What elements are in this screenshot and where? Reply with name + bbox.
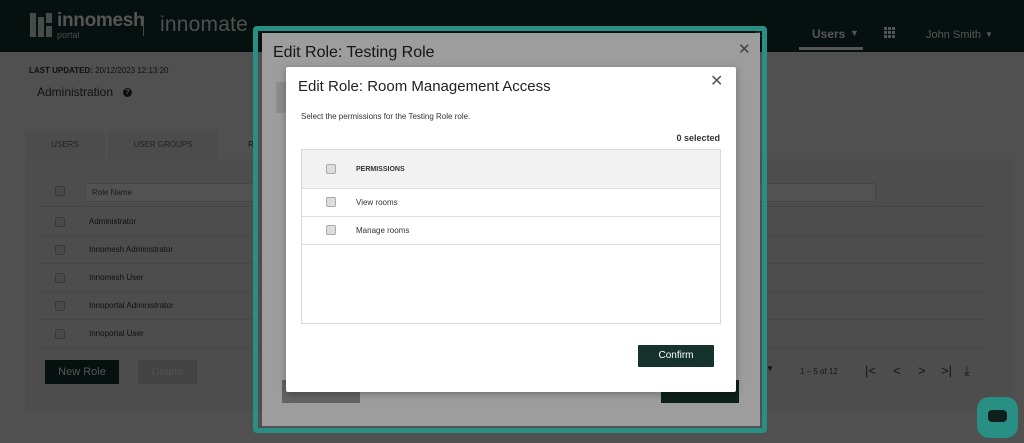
select-all-permissions-checkbox[interactable] bbox=[326, 164, 336, 174]
selected-count: 0 selected bbox=[676, 133, 720, 143]
permissions-table: PERMISSIONS View rooms Manage rooms bbox=[301, 149, 721, 324]
dialog-title: Edit Role: Room Management Access bbox=[298, 78, 551, 95]
permission-checkbox[interactable] bbox=[326, 225, 336, 235]
permissions-dialog: Edit Role: Room Management Access ✕ Sele… bbox=[286, 67, 736, 392]
permissions-table-header: PERMISSIONS bbox=[302, 150, 720, 189]
permission-row[interactable]: Manage rooms bbox=[302, 217, 720, 245]
confirm-button[interactable]: Confirm bbox=[638, 345, 714, 367]
permission-row[interactable]: View rooms bbox=[302, 189, 720, 217]
permission-checkbox[interactable] bbox=[326, 197, 336, 207]
permission-label: View rooms bbox=[356, 198, 398, 207]
column-header: PERMISSIONS bbox=[356, 166, 405, 173]
dialog-description: Select the permissions for the Testing R… bbox=[301, 112, 471, 121]
close-icon[interactable]: ✕ bbox=[710, 71, 723, 91]
permission-label: Manage rooms bbox=[356, 226, 410, 235]
